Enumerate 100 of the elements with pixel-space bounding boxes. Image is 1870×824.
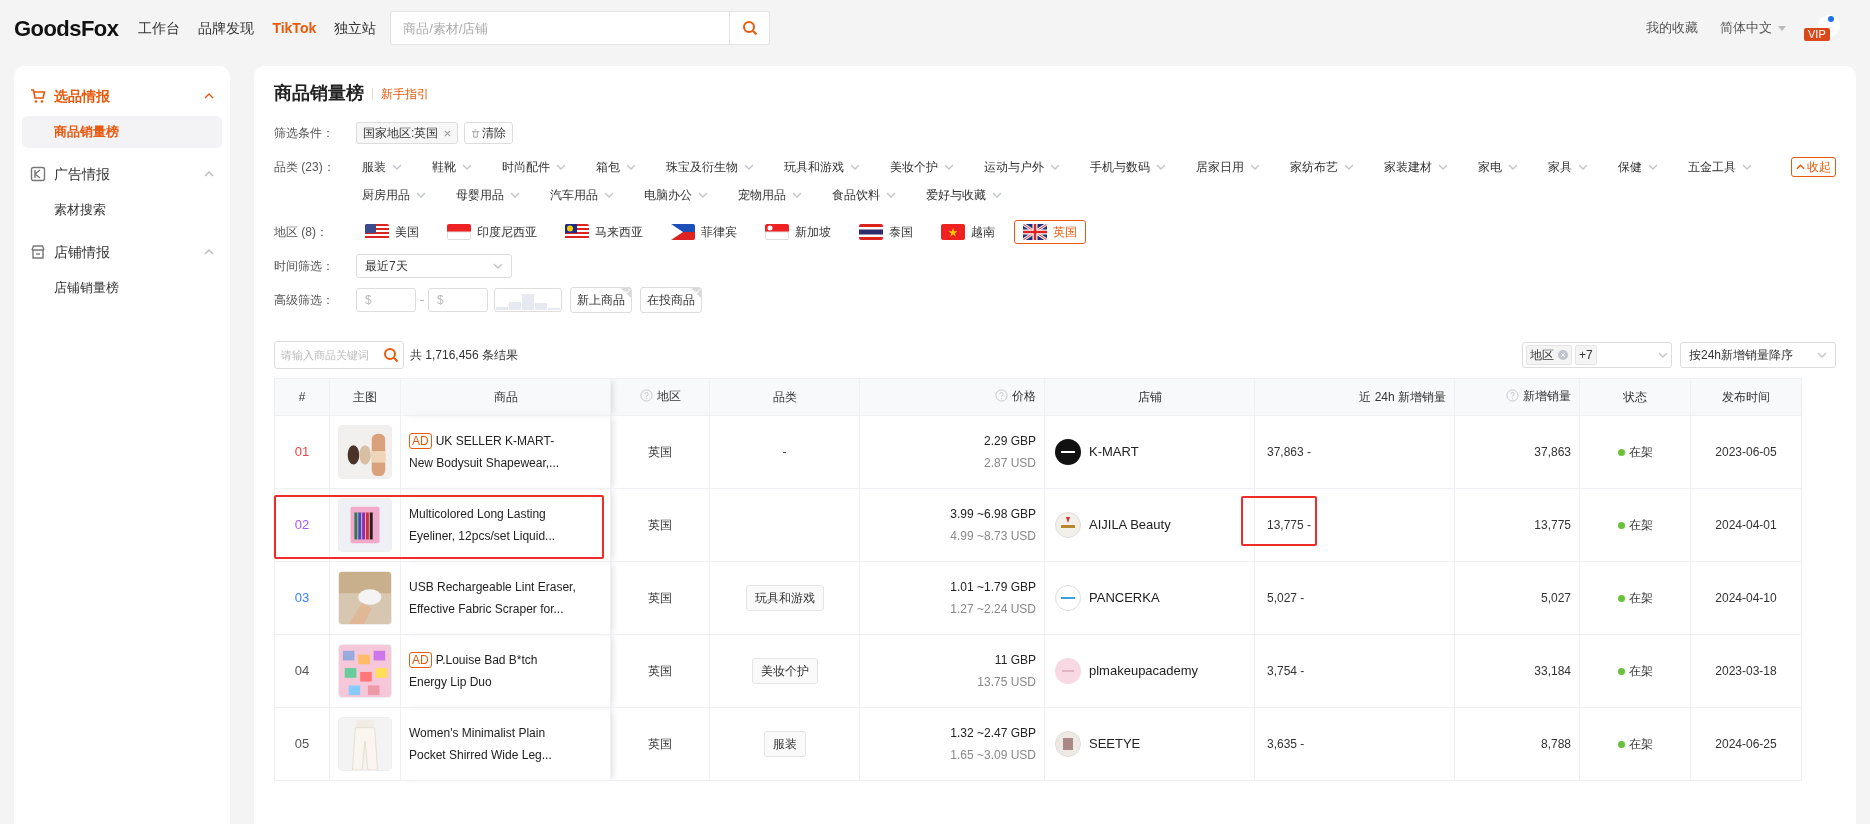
category-dropdown[interactable]: 居家日用 xyxy=(1190,158,1266,176)
page-title: 商品销量榜 xyxy=(274,82,364,105)
price-gbp: 1.01 ~1.79 GBP xyxy=(949,579,1036,596)
region-option[interactable]: 泰国 xyxy=(850,220,922,244)
sidebar-group[interactable]: 店铺情报 xyxy=(54,241,110,263)
favorites-link[interactable]: 我的收藏 xyxy=(1646,18,1698,38)
category-dropdown[interactable]: 爱好与收藏 xyxy=(920,186,1008,204)
category-dropdown[interactable]: 鞋靴 xyxy=(426,158,478,176)
price-gbp: 1.32 ~2.47 GBP xyxy=(949,725,1036,742)
category-dropdown[interactable]: 时尚配件 xyxy=(496,158,572,176)
price-max-field[interactable]: $ xyxy=(428,288,488,312)
sales-total: 33,184 xyxy=(1534,664,1571,678)
category-dropdown[interactable]: 汽车用品 xyxy=(544,186,620,204)
column-header: 新增销量 xyxy=(1454,378,1580,416)
price-gbp: 2.29 GBP xyxy=(982,433,1036,450)
sidebar-item[interactable]: 店铺销量榜 xyxy=(22,272,222,304)
region-text: 英国 xyxy=(648,518,672,532)
category-dropdown[interactable]: 五金工具 xyxy=(1682,158,1758,176)
ad-badge: AD xyxy=(409,652,432,668)
time-dropdown[interactable]: 最近7天 xyxy=(356,254,512,278)
rank: 05 xyxy=(294,736,310,752)
publish-date: 2024-04-01 xyxy=(1715,518,1777,532)
store-name[interactable]: K-MART xyxy=(1089,442,1139,462)
column-header: 状态 xyxy=(1579,378,1691,416)
sales-total: 8,788 xyxy=(1540,737,1571,751)
category-dropdown[interactable]: 家电 xyxy=(1472,158,1524,176)
price-gbp: 11 GBP xyxy=(993,652,1036,669)
nav-link[interactable]: 工作台 xyxy=(138,17,181,39)
region-text: 英国 xyxy=(648,591,672,605)
vip-badge: VIP xyxy=(1804,28,1830,41)
language-dropdown[interactable]: 简体中文 xyxy=(1720,18,1786,38)
sidebar-item[interactable]: 素材搜索 xyxy=(22,194,222,226)
guide-link[interactable]: 新手指引 xyxy=(381,84,429,103)
toggle-filter[interactable]: 新上商品 xyxy=(570,287,632,313)
filter-label: 筛选条件： xyxy=(274,125,335,142)
category-dropdown[interactable]: 手机与数码 xyxy=(1084,158,1172,176)
region-option[interactable]: 英国 xyxy=(1014,220,1086,244)
price-usd: 2.87 USD xyxy=(982,455,1036,472)
region-text: 英国 xyxy=(648,445,672,459)
category-dropdown[interactable]: 宠物用品 xyxy=(732,186,808,204)
status-text: 在架 xyxy=(1628,444,1653,462)
column-header: # xyxy=(274,378,330,416)
logo[interactable]: GoodsFox xyxy=(14,11,119,45)
category-text: - xyxy=(782,445,787,459)
region-option[interactable]: 新加坡 xyxy=(756,220,840,244)
region-option[interactable]: 越南 xyxy=(932,220,1004,244)
nav-link[interactable]: 品牌发现 xyxy=(198,17,255,39)
region-option[interactable]: 美国 xyxy=(356,220,428,244)
category-dropdown[interactable]: 保健 xyxy=(1612,158,1664,176)
region-option[interactable]: 马来西亚 xyxy=(556,220,652,244)
column-header: 商品 xyxy=(400,378,611,416)
category-dropdown[interactable]: 运动与户外 xyxy=(978,158,1066,176)
region-select[interactable]: 地区 +7 xyxy=(1522,342,1672,368)
store-name[interactable]: PANCERKA xyxy=(1089,588,1160,608)
price-usd: 13.75 USD xyxy=(976,674,1036,691)
search-field[interactable]: 商品/素材/店铺 xyxy=(390,11,731,45)
category-dropdown[interactable]: 电脑办公 xyxy=(638,186,714,204)
clear-button[interactable]: 清除 xyxy=(464,122,514,144)
column-header: 店铺 xyxy=(1044,378,1255,416)
collapse-button[interactable]: 收起 xyxy=(1791,157,1836,177)
category-dropdown[interactable]: 家装建材 xyxy=(1378,158,1454,176)
rank: 02 xyxy=(294,517,310,533)
price-usd: 1.27 ~2.24 USD xyxy=(949,601,1036,618)
toggle-filter[interactable]: 在投商品 xyxy=(640,287,702,313)
region-option[interactable]: 印度尼西亚 xyxy=(438,220,546,244)
column-header: 近 24h 新增销量 xyxy=(1254,378,1455,416)
publish-date: 2023-06-05 xyxy=(1715,445,1777,459)
sales-total: 37,863 xyxy=(1534,445,1571,459)
category-dropdown[interactable]: 母婴用品 xyxy=(450,186,526,204)
status-text: 在架 xyxy=(1628,663,1653,681)
filter-chip[interactable]: 国家地区:英国 xyxy=(356,122,459,144)
region-text: 英国 xyxy=(648,737,672,751)
sales-24h: 3,754 - xyxy=(1266,664,1305,678)
category-dropdown[interactable]: 服装 xyxy=(356,158,408,176)
nav-link[interactable]: 独立站 xyxy=(334,17,377,39)
category-dropdown[interactable]: 家具 xyxy=(1542,158,1594,176)
rank: 03 xyxy=(294,590,310,606)
category-dropdown[interactable]: 食品饮料 xyxy=(826,186,902,204)
store-name[interactable]: SEETYE xyxy=(1089,734,1141,754)
category-dropdown[interactable]: 厨房用品 xyxy=(356,186,432,204)
store-name[interactable]: plmakeupacademy xyxy=(1089,661,1199,681)
sidebar-group[interactable]: 广告情报 xyxy=(54,163,110,185)
sort-dropdown[interactable]: 按24h新增销量降序 xyxy=(1680,342,1836,368)
keyword-search-field[interactable]: 请输入商品关键词 xyxy=(274,341,404,369)
column-header: 发布时间 xyxy=(1690,378,1802,416)
rank: 01 xyxy=(294,444,310,460)
sidebar-group[interactable]: 选品情报 xyxy=(54,85,110,107)
sales-24h: 3,635 - xyxy=(1266,737,1305,751)
category-dropdown[interactable]: 家纺布艺 xyxy=(1284,158,1360,176)
price-min-field[interactable]: $ xyxy=(356,288,416,312)
region-option[interactable]: 菲律宾 xyxy=(662,220,746,244)
price-usd: 1.65 ~3.09 USD xyxy=(949,747,1036,764)
store-name[interactable]: AIJILA Beauty xyxy=(1089,515,1171,535)
category-dropdown[interactable]: 箱包 xyxy=(590,158,642,176)
status-text: 在架 xyxy=(1628,736,1653,754)
category-dropdown[interactable]: 美妆个护 xyxy=(884,158,960,176)
region-text: 英国 xyxy=(648,664,672,678)
category-dropdown[interactable]: 珠宝及衍生物 xyxy=(660,158,760,176)
column-header: 品类 xyxy=(709,378,860,416)
category-dropdown[interactable]: 玩具和游戏 xyxy=(778,158,866,176)
